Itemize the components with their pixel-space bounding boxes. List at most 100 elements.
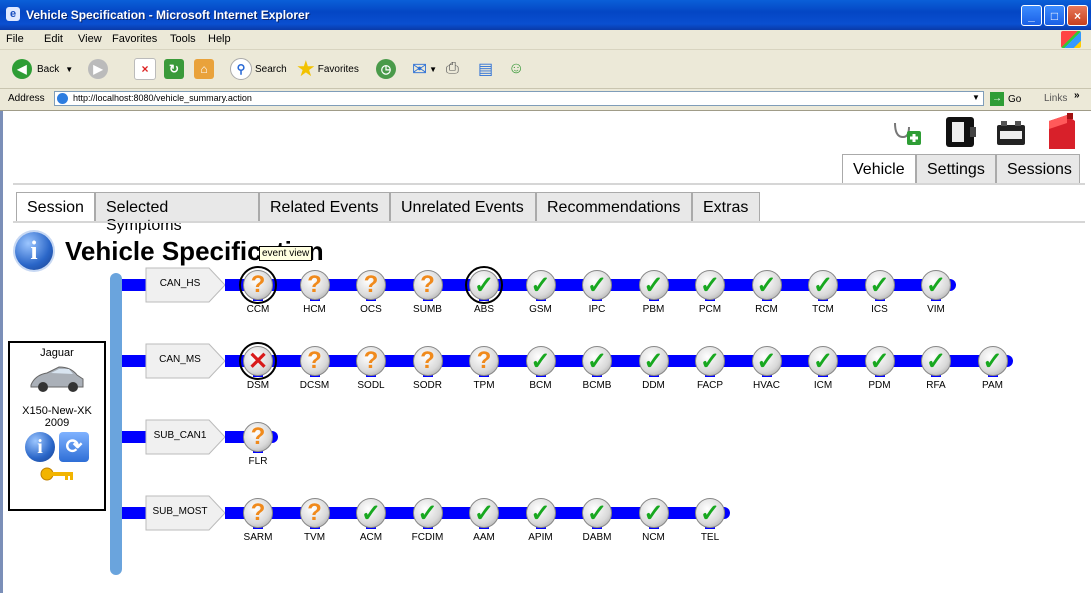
tab-recommendations[interactable]: Recommendations: [536, 192, 692, 222]
ie-icon: e: [6, 7, 20, 21]
status-unknown-icon[interactable]: ?: [299, 270, 330, 300]
tab-selected-symptoms[interactable]: Selected Symptoms: [95, 192, 259, 234]
home-button[interactable]: ⌂: [194, 58, 214, 80]
status-unknown-icon[interactable]: ?: [469, 346, 499, 376]
tab-unrelated-events[interactable]: Unrelated Events: [390, 192, 536, 222]
minimize-button[interactable]: _: [1021, 5, 1042, 26]
key-icon[interactable]: [39, 466, 75, 482]
status-ok-icon[interactable]: ✓: [638, 498, 669, 528]
status-ok-icon[interactable]: ✓: [808, 270, 838, 300]
status-ok-icon[interactable]: ✓: [921, 346, 951, 376]
status-ok-icon[interactable]: ✓: [695, 498, 725, 528]
status-error-icon[interactable]: ✕: [239, 342, 277, 380]
car-icon: [29, 363, 85, 393]
status-unknown-icon[interactable]: ?: [412, 270, 443, 300]
maximize-button[interactable]: □: [1044, 5, 1065, 26]
menu-tools[interactable]: Tools: [170, 33, 196, 45]
status-unknown-icon[interactable]: ?: [412, 346, 443, 376]
module-label: PAM: [982, 380, 1003, 391]
status-unknown-icon[interactable]: ?: [299, 498, 330, 528]
status-ok-icon[interactable]: ✓: [695, 346, 725, 376]
status-unknown-icon[interactable]: ?: [239, 266, 277, 304]
search-button[interactable]: ⚲ Search: [230, 58, 287, 80]
bus-label[interactable]: SUB_MOST: [145, 495, 226, 531]
chevron-right-icon[interactable]: »: [1074, 90, 1080, 101]
status-unknown-icon[interactable]: ?: [243, 498, 273, 528]
menu-view[interactable]: View: [78, 33, 102, 45]
status-ok-icon[interactable]: ✓: [977, 346, 1008, 376]
tab-vehicle[interactable]: Vehicle: [842, 154, 916, 183]
battery-icon[interactable]: [993, 117, 1029, 149]
status-ok-icon[interactable]: ✓: [465, 266, 503, 304]
module-label: TEL: [700, 532, 720, 543]
menu-help[interactable]: Help: [208, 33, 231, 45]
status-ok-icon[interactable]: ✓: [864, 346, 895, 376]
ecu-icon[interactable]: [940, 113, 980, 151]
refresh-button[interactable]: ↻: [164, 58, 184, 80]
status-ok-icon[interactable]: ✓: [525, 346, 556, 376]
favorites-button[interactable]: ★ Favorites: [296, 56, 359, 81]
status-ok-icon[interactable]: ✓: [469, 498, 499, 528]
status-ok-icon[interactable]: ✓: [582, 270, 612, 300]
status-ok-icon[interactable]: ✓: [808, 346, 838, 376]
status-ok-icon[interactable]: ✓: [582, 498, 612, 528]
status-ok-icon[interactable]: ✓: [751, 346, 782, 376]
forward-button[interactable]: ▶: [88, 58, 108, 80]
print-button[interactable]: ⎙: [446, 58, 459, 80]
status-unknown-icon[interactable]: ?: [356, 270, 386, 300]
status-ok-icon[interactable]: ✓: [525, 270, 556, 300]
status-ok-icon[interactable]: ✓: [412, 498, 443, 528]
bus-label[interactable]: CAN_MS: [145, 343, 226, 379]
go-arrow-icon: →: [990, 92, 1004, 106]
back-arrow-icon: ◀: [12, 59, 32, 79]
address-bar: Address http://localhost:8080/vehicle_su…: [0, 89, 1091, 111]
tab-session[interactable]: Session: [16, 192, 95, 222]
module-label: FACP: [696, 380, 724, 391]
stethoscope-icon[interactable]: [891, 117, 925, 151]
links-label[interactable]: Links: [1044, 93, 1067, 104]
tab-related-events[interactable]: Related Events: [259, 192, 390, 222]
module-label: DSM: [246, 380, 270, 391]
menu-file[interactable]: File: [6, 33, 24, 45]
stop-icon: ×: [134, 58, 156, 80]
back-button[interactable]: ◀ Back ▼: [12, 58, 73, 80]
status-ok-icon[interactable]: ✓: [921, 270, 951, 300]
fuel-can-icon[interactable]: [1043, 111, 1079, 151]
status-ok-icon[interactable]: ✓: [695, 270, 725, 300]
tab-settings[interactable]: Settings: [916, 154, 996, 183]
status-ok-icon[interactable]: ✓: [525, 498, 556, 528]
module-label: DCSM: [299, 380, 330, 391]
module-label: CCM: [246, 304, 270, 315]
status-unknown-icon[interactable]: ?: [299, 346, 330, 376]
divider: [13, 183, 1085, 185]
stop-button[interactable]: ×: [134, 58, 156, 80]
status-ok-icon[interactable]: ✓: [864, 270, 895, 300]
mail-button[interactable]: ✉ ▼: [412, 58, 437, 80]
main-tabs: Vehicle Settings Sessions: [842, 154, 1080, 183]
status-ok-icon[interactable]: ✓: [638, 346, 669, 376]
menu-edit[interactable]: Edit: [44, 33, 63, 45]
status-ok-icon[interactable]: ✓: [751, 270, 782, 300]
info-icon[interactable]: i: [25, 432, 55, 462]
tab-sessions[interactable]: Sessions: [996, 154, 1080, 183]
status-unknown-icon[interactable]: ?: [243, 422, 273, 452]
tab-extras[interactable]: Extras: [692, 192, 760, 222]
messenger-button[interactable]: ☺: [508, 58, 524, 80]
status-ok-icon[interactable]: ✓: [582, 346, 612, 376]
go-button[interactable]: → Go: [990, 92, 1021, 106]
bus-label[interactable]: CAN_HS: [145, 267, 226, 303]
history-button[interactable]: ◷: [376, 58, 396, 80]
refresh-icon[interactable]: ⟳: [59, 432, 89, 462]
page-icon: [57, 93, 68, 104]
address-input[interactable]: http://localhost:8080/vehicle_summary.ac…: [54, 91, 984, 106]
edit-button[interactable]: ▤: [478, 58, 493, 80]
close-button[interactable]: ×: [1067, 5, 1088, 26]
edit-icon: ▤: [478, 61, 494, 78]
status-ok-icon[interactable]: ✓: [356, 498, 386, 528]
address-dropdown-icon[interactable]: ▼: [972, 93, 980, 102]
module-label: OCS: [360, 304, 382, 315]
menu-favorites[interactable]: Favorites: [112, 33, 157, 45]
status-ok-icon[interactable]: ✓: [638, 270, 669, 300]
status-unknown-icon[interactable]: ?: [356, 346, 386, 376]
bus-label[interactable]: SUB_CAN1: [145, 419, 226, 455]
